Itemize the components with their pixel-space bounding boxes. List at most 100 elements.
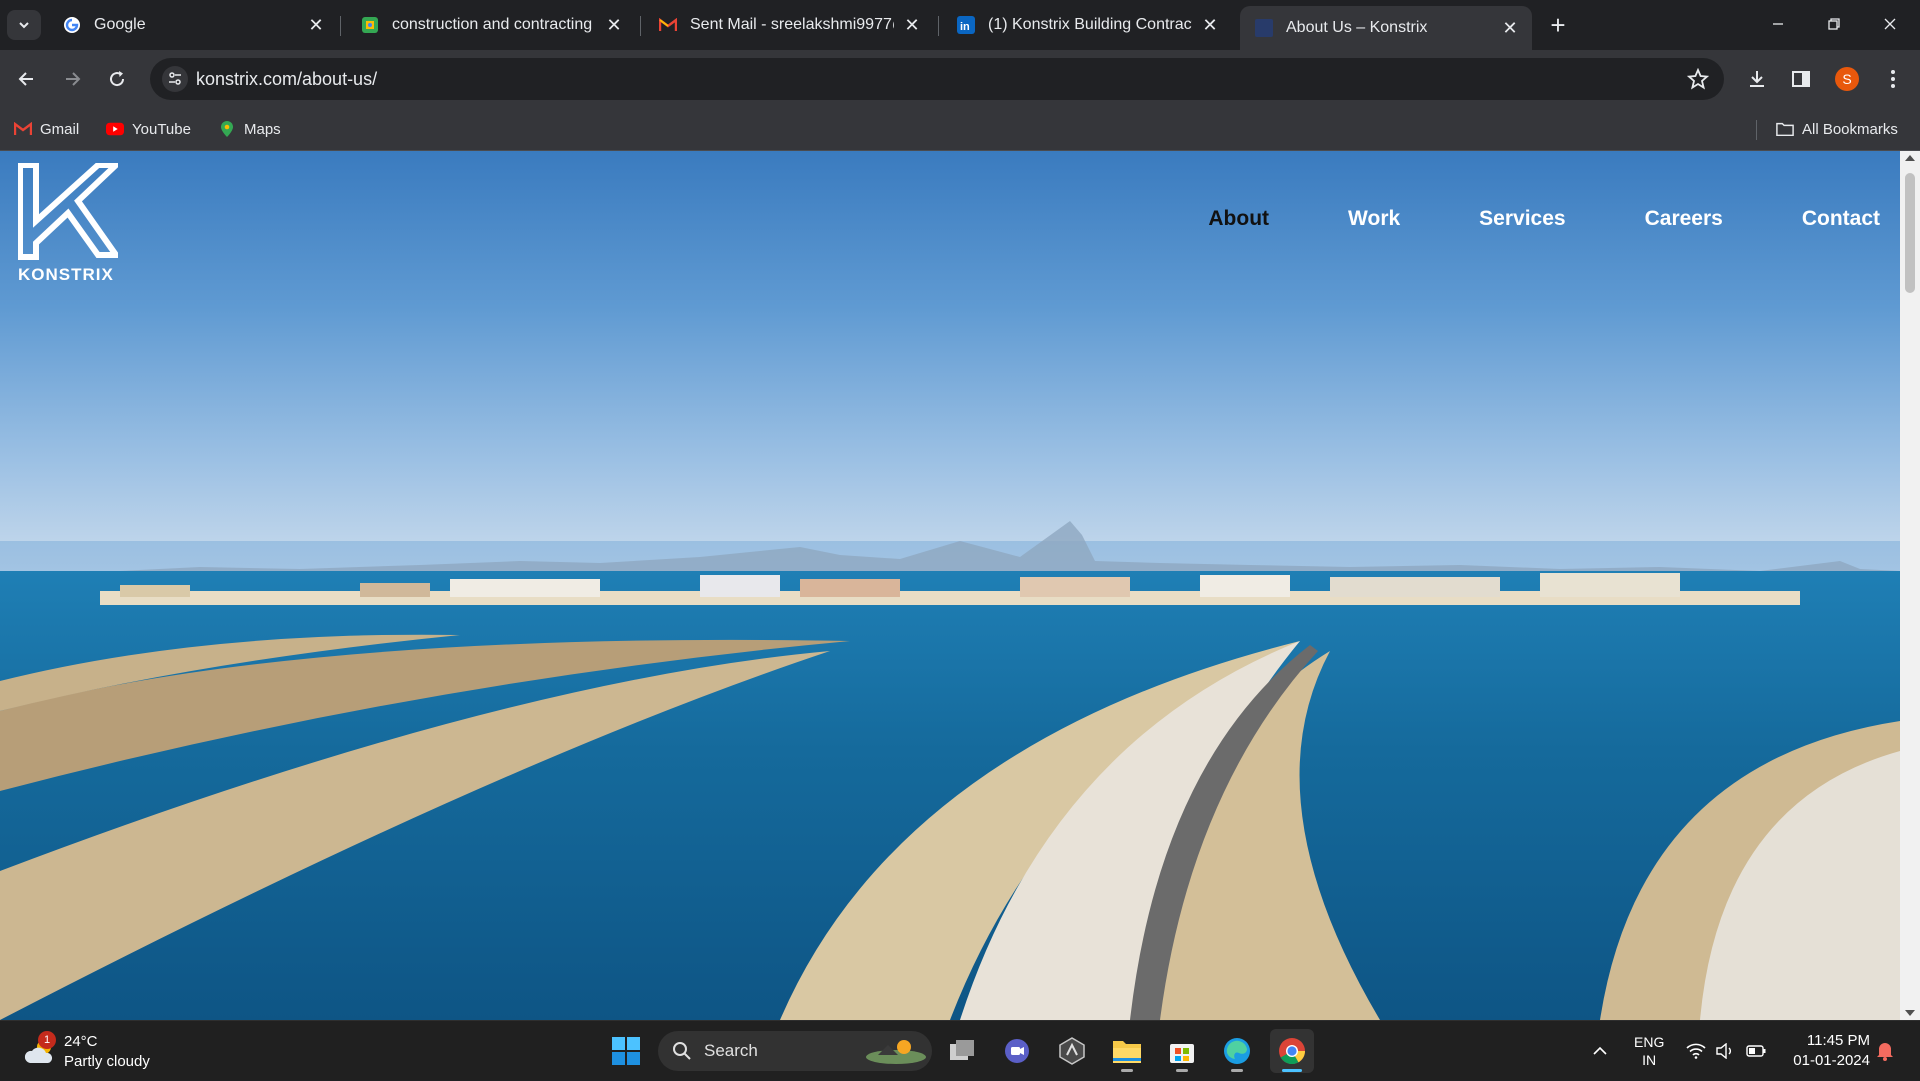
tab-title: About Us – Konstrix bbox=[1286, 19, 1428, 36]
chevron-up-icon bbox=[1593, 1046, 1607, 1055]
windows-taskbar: 1 24°C Partly cloudy Search ENG IN 11:45… bbox=[0, 1020, 1920, 1080]
language-indicator[interactable]: ENG IN bbox=[1634, 1021, 1664, 1081]
nav-work[interactable]: Work bbox=[1348, 207, 1400, 231]
scrollbar-thumb[interactable] bbox=[1905, 173, 1915, 293]
tab-title: Sent Mail - sreelakshmi9977@g bbox=[690, 16, 894, 33]
clock-time: 11:45 PM bbox=[1806, 1032, 1870, 1049]
task-view-app[interactable] bbox=[940, 1029, 984, 1073]
running-indicator bbox=[1176, 1069, 1188, 1072]
restore-button[interactable] bbox=[1806, 0, 1862, 48]
chrome-icon bbox=[1279, 1038, 1306, 1065]
tab-about-konstrix[interactable]: About Us – Konstrix ✕ bbox=[1240, 6, 1532, 50]
close-icon[interactable]: ✕ bbox=[604, 15, 624, 35]
menu-button[interactable] bbox=[1876, 62, 1910, 96]
scroll-down-icon[interactable] bbox=[1905, 1010, 1915, 1016]
folder-icon bbox=[1776, 120, 1794, 138]
side-panel-button[interactable] bbox=[1784, 62, 1818, 96]
reload-icon bbox=[110, 71, 125, 87]
bookmark-gmail[interactable]: Gmail bbox=[14, 108, 79, 150]
tab-construction[interactable]: construction and contracting co ✕ bbox=[346, 8, 636, 42]
bookmark-label: YouTube bbox=[132, 120, 191, 138]
url-text: konstrix.com/about-us/ bbox=[196, 69, 378, 89]
palm-island-image bbox=[0, 573, 1900, 1020]
tab-separator bbox=[938, 16, 939, 36]
close-icon[interactable]: ✕ bbox=[902, 15, 922, 35]
close-window-button[interactable] bbox=[1862, 0, 1918, 48]
tab-search-button[interactable] bbox=[7, 10, 41, 40]
close-icon[interactable]: ✕ bbox=[1200, 15, 1220, 35]
new-tab-button[interactable]: + bbox=[1543, 10, 1573, 40]
avatar: S bbox=[1835, 67, 1859, 91]
scroll-up-icon[interactable] bbox=[1905, 155, 1915, 161]
tab-strip: Google ✕ construction and contracting co… bbox=[0, 0, 1920, 50]
teams-app[interactable] bbox=[995, 1029, 1039, 1073]
site-info-icon[interactable] bbox=[162, 66, 188, 92]
nav-contact[interactable]: Contact bbox=[1802, 207, 1880, 231]
tab-linkedin[interactable]: in (1) Konstrix Building Contractin ✕ bbox=[942, 8, 1232, 42]
edge-app[interactable] bbox=[1215, 1029, 1259, 1073]
youtube-icon bbox=[106, 120, 124, 138]
start-button[interactable] bbox=[604, 1029, 648, 1073]
bookmark-label: Gmail bbox=[40, 120, 80, 138]
page-scrollbar[interactable] bbox=[1900, 151, 1920, 1020]
address-bar[interactable]: konstrix.com/about-us/ bbox=[150, 58, 1724, 100]
side-panel-icon bbox=[1792, 71, 1810, 87]
tab-separator bbox=[640, 16, 641, 36]
nav-services[interactable]: Services bbox=[1479, 207, 1565, 231]
profile-button[interactable]: S bbox=[1830, 62, 1864, 96]
back-button[interactable] bbox=[10, 62, 44, 96]
bookmark-label: Maps bbox=[244, 120, 281, 138]
tray-overflow-button[interactable] bbox=[1592, 1021, 1608, 1081]
store-icon bbox=[1170, 1044, 1194, 1063]
linkedin-icon: in bbox=[956, 15, 976, 35]
downloads-button[interactable] bbox=[1740, 62, 1774, 96]
arrow-left-icon bbox=[18, 72, 33, 86]
weather-widget[interactable]: 1 24°C Partly cloudy bbox=[20, 1029, 200, 1073]
browser-toolbar: konstrix.com/about-us/ S bbox=[0, 50, 1920, 108]
wifi-status[interactable] bbox=[1686, 1021, 1706, 1081]
volume-icon bbox=[1716, 1043, 1731, 1059]
close-icon[interactable]: ✕ bbox=[306, 15, 326, 35]
chevron-down-icon bbox=[19, 22, 29, 29]
weather-temp: 24°C bbox=[64, 1033, 98, 1050]
gmail-icon bbox=[14, 120, 32, 138]
close-icon bbox=[1884, 18, 1896, 30]
tab-sent-mail[interactable]: Sent Mail - sreelakshmi9977@g ✕ bbox=[644, 8, 934, 42]
bookmark-maps[interactable]: Maps bbox=[218, 108, 281, 150]
tab-google[interactable]: Google ✕ bbox=[48, 8, 338, 42]
forward-button[interactable] bbox=[55, 62, 89, 96]
chrome-app[interactable] bbox=[1270, 1029, 1314, 1073]
maps-favicon-icon bbox=[360, 15, 380, 35]
battery-status[interactable] bbox=[1746, 1021, 1766, 1081]
battery-icon bbox=[1746, 1045, 1766, 1057]
minimize-button[interactable] bbox=[1750, 0, 1806, 48]
download-icon bbox=[1750, 71, 1764, 87]
search-label: Search bbox=[704, 1041, 758, 1060]
file-explorer-app[interactable] bbox=[1105, 1029, 1149, 1073]
wifi-icon bbox=[1686, 1043, 1706, 1059]
site-navigation: About Work Services Careers Contact bbox=[1129, 207, 1880, 231]
clock-date: 01-01-2024 bbox=[1793, 1052, 1870, 1069]
search-highlight-image bbox=[866, 1040, 926, 1064]
store-app[interactable] bbox=[1160, 1029, 1204, 1073]
notifications-button[interactable] bbox=[1876, 1021, 1894, 1081]
all-bookmarks-button[interactable]: All Bookmarks bbox=[1776, 108, 1898, 150]
running-indicator bbox=[1121, 1069, 1133, 1072]
taskbar-search[interactable]: Search bbox=[658, 1031, 932, 1071]
reload-button[interactable] bbox=[100, 62, 134, 96]
bookmark-youtube[interactable]: YouTube bbox=[106, 108, 191, 150]
dell-app[interactable] bbox=[1050, 1029, 1094, 1073]
close-icon[interactable]: ✕ bbox=[1500, 18, 1520, 38]
nav-about[interactable]: About bbox=[1208, 207, 1269, 231]
restore-icon bbox=[1828, 18, 1840, 30]
logo-text: KONSTRIX bbox=[18, 265, 114, 284]
nav-careers[interactable]: Careers bbox=[1645, 207, 1723, 231]
bookmark-star-icon[interactable] bbox=[1686, 67, 1710, 91]
svg-text:in: in bbox=[960, 21, 970, 33]
konstrix-favicon-icon bbox=[1254, 18, 1274, 38]
system-clock[interactable]: 11:45 PM 01-01-2024 bbox=[1780, 1031, 1870, 1071]
weather-badge: 1 bbox=[38, 1031, 56, 1049]
hexagon-app-icon bbox=[1059, 1037, 1085, 1065]
running-indicator bbox=[1282, 1069, 1302, 1072]
volume-status[interactable] bbox=[1716, 1021, 1734, 1081]
